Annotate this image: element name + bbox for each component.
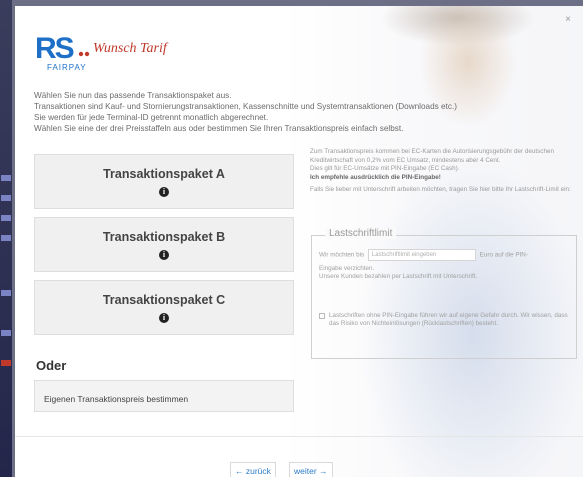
risk-checkbox-row[interactable]: Lastschriften ohne PIN-Eingabe führen wi…	[319, 312, 571, 329]
strip-mark	[1, 215, 11, 221]
pin-recommendation: Ich empfehle ausdrücklich die PIN-Eingab…	[310, 173, 441, 181]
backdrop-strip	[0, 0, 12, 477]
logo-rs-text: RS	[35, 32, 74, 65]
package-c-label: Transaktionspaket C	[102, 293, 226, 307]
limit-text: Unsere Kunden bezahlen per Lastschrift m…	[319, 273, 478, 281]
intro-line: Wählen Sie eine der drei Preisstaffeln a…	[34, 124, 404, 133]
fee-text: Falls Sie lieber mit Unterschrift arbeit…	[310, 186, 571, 193]
intro-line: Wählen Sie nun das passende Transaktions…	[34, 91, 232, 100]
next-button[interactable]: weiter →	[289, 462, 333, 477]
logo-fairpay-text: FAIRPAY	[47, 63, 87, 72]
close-icon[interactable]: ×	[565, 14, 571, 25]
package-b-label: Transaktionspaket B	[102, 230, 226, 244]
risk-checkbox-label: Lastschriften ohne PIN-Eingabe führen wi…	[329, 312, 568, 328]
package-b-button[interactable]: Transaktionspaket B i	[34, 217, 294, 272]
info-icon[interactable]: i	[159, 250, 169, 260]
fee-text: Dies gilt für EC-Umsätze mit PIN-Eingabe…	[310, 165, 460, 172]
limit-input[interactable]: Lastschriftlimit eingeben	[367, 249, 476, 261]
risk-checkbox[interactable]	[319, 313, 325, 319]
info-icon[interactable]: i	[159, 313, 169, 323]
fee-info: Zum Transaktionspreis kommen bei EC-Kart…	[310, 148, 580, 195]
logo-signature: Wunsch Tarif	[93, 41, 169, 56]
strip-mark	[1, 290, 11, 296]
back-button[interactable]: ← zurück	[230, 462, 276, 477]
limit-suffix: Euro auf die PIN-	[479, 251, 528, 259]
oder-heading: Oder	[36, 358, 67, 373]
intro-line: Transaktionen sind Kauf- und Stornierung…	[34, 102, 457, 111]
limit-legend: Lastschriftlimit	[325, 228, 397, 239]
info-icon[interactable]: i	[159, 187, 169, 197]
strip-mark	[1, 195, 11, 201]
limit-row: Wir möchten bis Lastschriftlimit eingebe…	[319, 249, 528, 261]
fee-text: Zum Transaktionspreis kommen bei EC-Kart…	[310, 148, 554, 164]
package-a-label: Transaktionspaket A	[103, 167, 225, 181]
strip-mark	[1, 360, 11, 366]
package-c-button[interactable]: Transaktionspaket C i	[34, 280, 294, 335]
footer-divider	[15, 436, 583, 437]
package-a-button[interactable]: Transaktionspaket A i	[34, 154, 294, 209]
own-price-button[interactable]: Eigenen Transaktionspreis bestimmen	[34, 380, 294, 412]
limit-text: Eingabe verzichten.	[319, 265, 375, 272]
strip-mark	[1, 330, 11, 336]
limit-prefix: Wir möchten bis	[319, 251, 365, 259]
strip-mark	[1, 235, 11, 241]
rs-fairpay-logo: RS FAIRPAY Wunsch Tarif	[35, 32, 169, 72]
intro-line: Sie werden für jede Terminal-ID getrennt…	[34, 113, 269, 122]
transaction-package-modal: × RS FAIRPAY Wunsch Tarif Wählen Sie nun…	[15, 6, 583, 477]
limit-description: Eingabe verzichten. Unsere Kunden bezahl…	[319, 265, 571, 282]
strip-mark	[1, 175, 11, 181]
intro-text: Wählen Sie nun das passende Transaktions…	[34, 90, 579, 134]
